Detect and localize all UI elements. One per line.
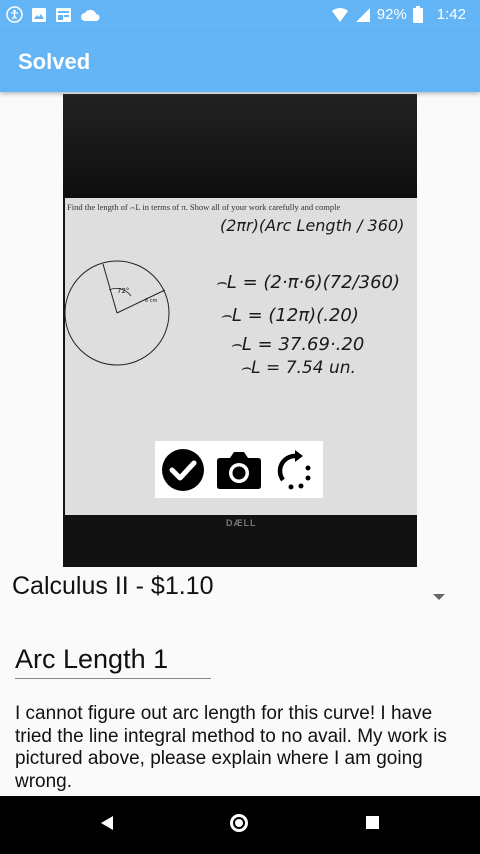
- news-icon: [56, 7, 71, 22]
- app-bar-title: Solved: [18, 49, 91, 74]
- back-icon[interactable]: [100, 815, 114, 831]
- arc-diagram: 72° 6 cm: [65, 260, 170, 366]
- camera-icon: [217, 451, 261, 489]
- rotate-button[interactable]: [271, 446, 319, 494]
- chevron-down-icon[interactable]: [433, 594, 445, 600]
- camera-button[interactable]: [215, 446, 263, 494]
- home-icon[interactable]: [230, 814, 248, 832]
- battery-icon: [412, 6, 423, 23]
- wifi-icon: [331, 7, 348, 22]
- confirm-icon: [162, 448, 204, 491]
- monitor-bezel-top: [63, 94, 417, 198]
- handwriting-line-5: ⌢L = 7.54 un.: [240, 358, 356, 378]
- problem-text: Find the length of ⌢L in terms of π. Sho…: [67, 202, 341, 212]
- rotate-icon: [277, 449, 311, 489]
- clock: 1:42: [436, 6, 466, 23]
- status-bar: 92% 1:42: [0, 0, 480, 31]
- radius-label: 6 cm: [145, 298, 158, 304]
- navigation-bar: [0, 796, 480, 854]
- battery-percent: 92%: [376, 6, 407, 23]
- monitor-brand: DÆLL: [226, 518, 257, 528]
- signal-icon: [355, 7, 370, 22]
- camera-toolbar: [155, 441, 323, 498]
- question-body-input[interactable]: I cannot figure out arc length for this …: [15, 703, 470, 796]
- handwriting-line-4: ⌢L = 37.69·.20: [230, 334, 365, 355]
- handwriting-line-3: ⌢L = (12π)(.20): [220, 305, 359, 326]
- accessibility-icon: [6, 6, 23, 23]
- handwriting-line-2: ⌢L = (2·π·6)(72/360): [215, 272, 400, 293]
- cloud-icon: [81, 9, 100, 21]
- confirm-button[interactable]: [159, 446, 207, 494]
- app-bar: Solved: [0, 31, 480, 92]
- angle-label: 72°: [117, 287, 129, 295]
- recents-icon[interactable]: [366, 816, 379, 829]
- handwriting-line-1: (2πr)(Arc Length / 360): [220, 216, 405, 235]
- course-select[interactable]: Calculus II - $1.10: [12, 572, 214, 601]
- image-icon: [32, 7, 46, 22]
- question-title-input[interactable]: Arc Length 1: [15, 640, 211, 679]
